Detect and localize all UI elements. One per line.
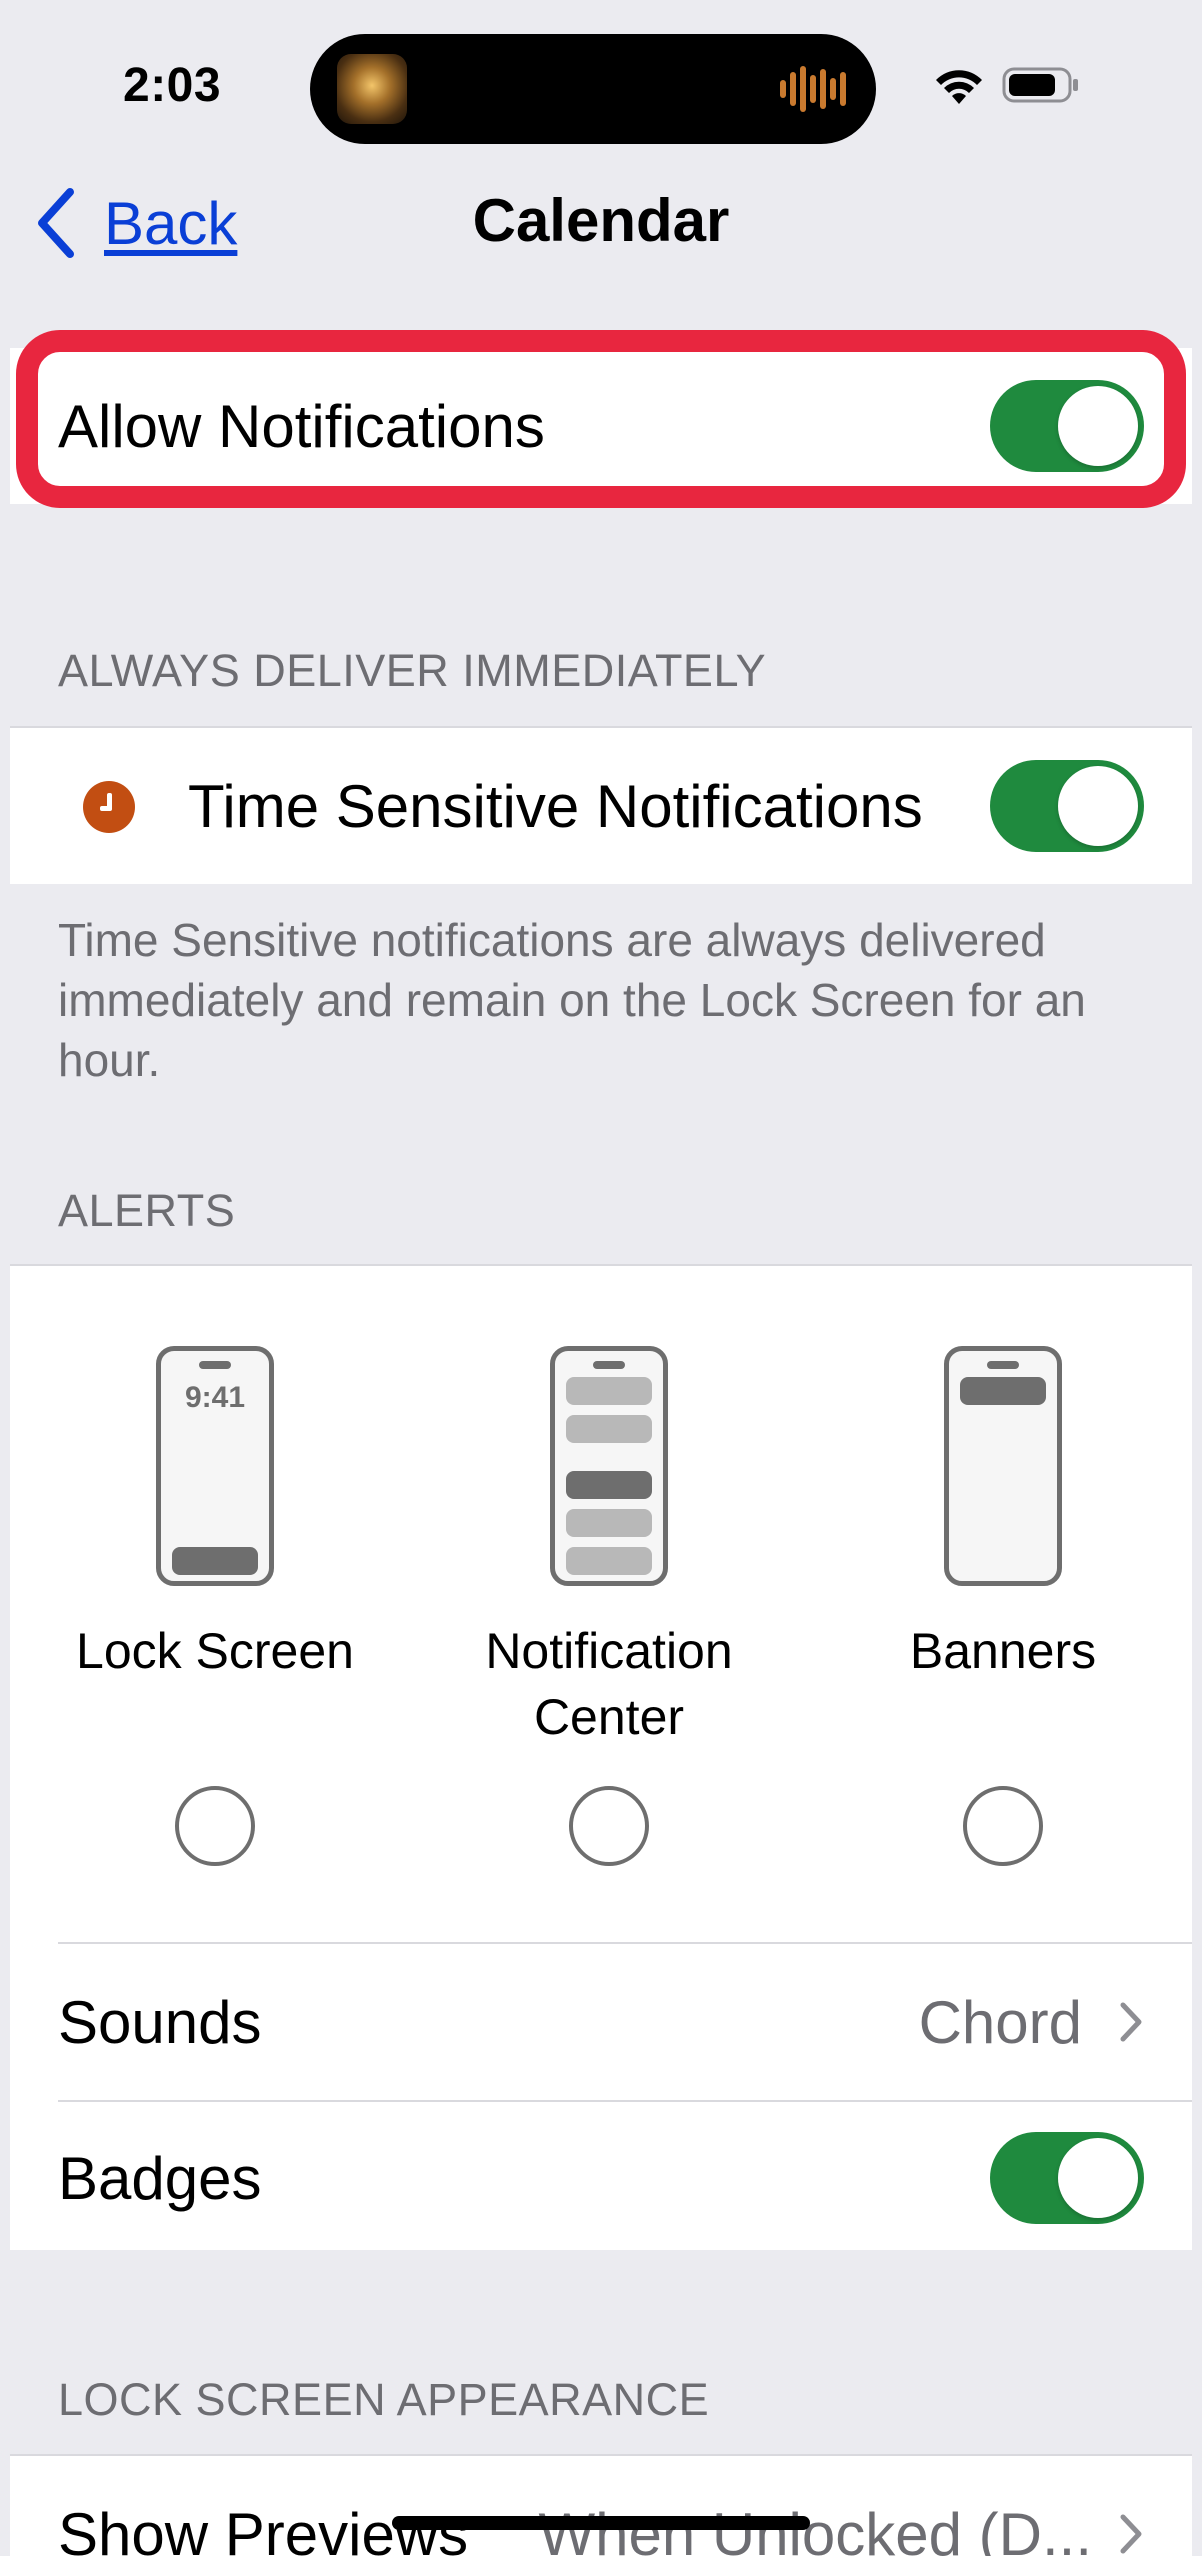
lock-screen-appearance-header: LOCK SCREEN APPEARANCE	[58, 2374, 710, 2425]
sounds-row[interactable]: Sounds Chord	[10, 1944, 1192, 2100]
time-sensitive-label: Time Sensitive Notifications	[188, 772, 923, 840]
home-indicator[interactable]	[392, 2516, 810, 2530]
notification-center-bar	[566, 1509, 652, 1537]
lock-screen-notification-bar	[172, 1547, 258, 1575]
battery-icon	[1002, 67, 1078, 103]
alerts-header: ALERTS	[58, 1185, 236, 1236]
time-sensitive-row[interactable]: Time Sensitive Notifications	[10, 728, 1192, 884]
lock-screen-radio[interactable]	[175, 1786, 255, 1866]
banners-label: Banners	[909, 1623, 1097, 1679]
chevron-right-icon	[1120, 2514, 1142, 2554]
notification-center-bar	[566, 1471, 652, 1499]
alerts-group: 9:41 Lock Screen Notification Center Ban…	[10, 1264, 1192, 2250]
lock-screen-phone-time: 9:41	[184, 1381, 246, 1414]
badges-row[interactable]: Badges	[10, 2100, 1192, 2256]
status-bar: 2:03	[0, 0, 1202, 170]
dynamic-island[interactable]	[310, 34, 876, 144]
lock-screen-phone-icon: 9:41	[156, 1346, 274, 1586]
always-deliver-header: ALWAYS DELIVER IMMEDIATELY	[58, 645, 767, 696]
page-title: Calendar	[472, 187, 730, 254]
time-sensitive-footer: Time Sensitive notifications are always …	[58, 914, 1086, 1086]
notification-center-phone-icon	[550, 1346, 668, 1586]
banners-radio[interactable]	[963, 1786, 1043, 1866]
phone-notch	[987, 1361, 1019, 1369]
notification-center-bar	[566, 1377, 652, 1405]
status-time: 2:03	[123, 59, 222, 112]
toggle-knob	[1058, 2138, 1138, 2218]
phone-notch	[199, 1361, 231, 1369]
show-previews-row[interactable]: Show Previews When Unlocked (D...	[10, 2456, 1192, 2556]
allow-notifications-row[interactable]: Allow Notifications	[10, 348, 1192, 504]
chevron-right-icon	[1120, 2002, 1142, 2042]
wifi-icon	[936, 70, 982, 104]
toggle-knob	[1058, 766, 1138, 846]
lock-screen-label: Lock Screen	[76, 1623, 354, 1679]
banners-phone-icon	[944, 1346, 1062, 1586]
time-sensitive-group: Time Sensitive Notifications	[10, 726, 1192, 884]
clock-icon	[83, 781, 135, 833]
notification-center-label: Notification Center	[485, 1623, 733, 1745]
sounds-value: Chord	[918, 1988, 1082, 2056]
allow-notifications-group: Allow Notifications	[10, 348, 1192, 504]
badges-label: Badges	[58, 2144, 262, 2212]
notification-center-radio[interactable]	[569, 1786, 649, 1866]
allow-notifications-toggle[interactable]	[990, 380, 1144, 472]
now-playing-artwork	[337, 54, 407, 124]
settings-screen: 2:03 Back Calendar Allow Notifications A…	[0, 0, 1202, 2556]
time-sensitive-toggle[interactable]	[990, 760, 1144, 852]
lock-screen-appearance-group: Show Previews When Unlocked (D...	[10, 2454, 1192, 2556]
badges-toggle[interactable]	[990, 2132, 1144, 2224]
audio-waveform-icon	[780, 66, 846, 112]
sounds-label: Sounds	[58, 1988, 262, 2056]
toggle-knob	[1058, 386, 1138, 466]
notification-center-bar	[566, 1547, 652, 1575]
phone-notch	[593, 1361, 625, 1369]
banner-bar	[960, 1377, 1046, 1405]
notification-center-bar	[566, 1415, 652, 1443]
allow-notifications-label: Allow Notifications	[58, 392, 545, 460]
